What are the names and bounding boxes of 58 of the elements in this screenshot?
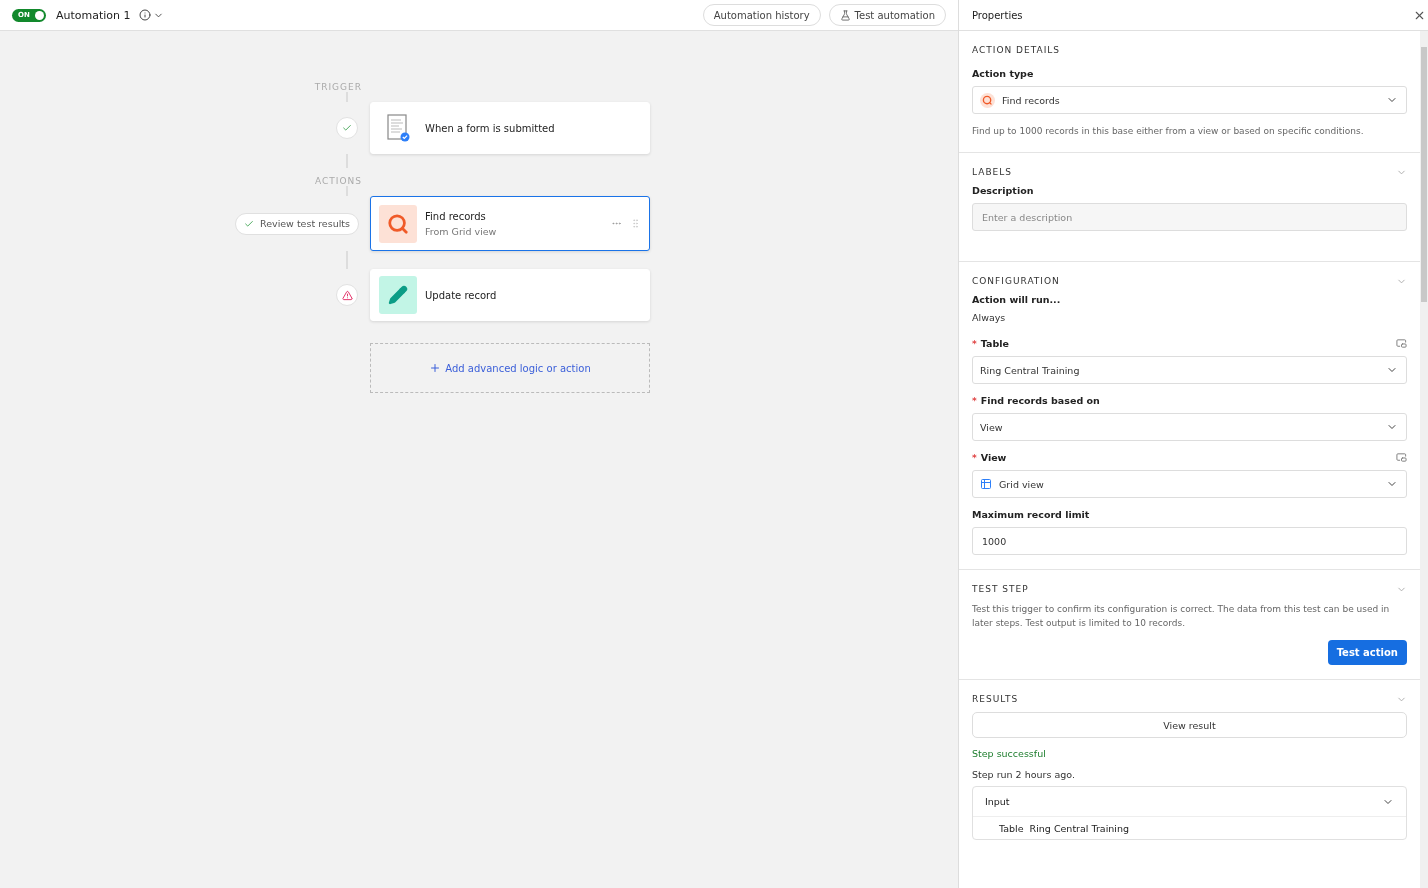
- field-label: Maximum record limit: [972, 509, 1090, 520]
- dropdown-select[interactable]: Ring Central Training: [972, 356, 1407, 384]
- section-heading: CONFIGURATION: [972, 276, 1060, 286]
- scrollbar[interactable]: [1420, 31, 1428, 888]
- section-heading: RESULTS: [972, 694, 1019, 704]
- input-value: Ring Central Training: [1029, 822, 1129, 834]
- automation-title[interactable]: Automation 1: [56, 8, 131, 22]
- expand-icon[interactable]: [1396, 338, 1407, 349]
- field-label: * Table: [972, 338, 1009, 349]
- step-run-time: Step run 2 hours ago.: [972, 769, 1076, 780]
- step-card[interactable]: Update record: [370, 269, 650, 321]
- form-document-icon: [386, 114, 410, 142]
- section-heading: ACTION DETAILS: [972, 45, 1061, 55]
- test-automation-button[interactable]: Test automation: [828, 4, 946, 26]
- record-limit-field[interactable]: 1000: [972, 527, 1407, 555]
- view-result-button[interactable]: View result: [972, 712, 1407, 738]
- run-condition: Always: [972, 312, 1007, 323]
- search-icon: [980, 92, 995, 108]
- input-title: Input: [985, 796, 1010, 807]
- pencil-icon: [388, 285, 408, 305]
- section-heading: LABELS: [972, 167, 1012, 177]
- field-label: Description: [972, 185, 1034, 196]
- action-type-select[interactable]: Find records: [972, 86, 1407, 114]
- check-icon: [244, 218, 254, 229]
- field-label: * View: [972, 452, 1007, 463]
- flask-icon: [839, 9, 851, 21]
- section-label: TRIGGER: [314, 82, 362, 92]
- warning-icon: [341, 289, 353, 301]
- test-step-description: Test this trigger to confirm its configuration is correct. The data from this test can be used in later steps. Test output is limited to 10 records.: [972, 603, 1391, 630]
- step-title: Update record: [425, 289, 498, 301]
- review-test-results-button[interactable]: Review test results: [235, 212, 359, 235]
- action-description: Find up to 1000 records in this base either from a view or based on specific conditions.: [972, 125, 1365, 138]
- step-title: When a form is submitted: [425, 122, 556, 134]
- step-card[interactable]: When a form is submitted: [370, 102, 650, 154]
- panel-title: Properties: [972, 9, 1023, 21]
- add-logic-or-action-button[interactable]: Add advanced logic or action: [370, 343, 650, 393]
- field-label: Action will run...: [972, 294, 1061, 305]
- check-icon: [342, 123, 352, 133]
- info-icon[interactable]: [138, 9, 151, 21]
- dropdown-select[interactable]: View: [972, 413, 1407, 441]
- expand-icon[interactable]: [1396, 452, 1407, 463]
- grid-icon: [980, 478, 992, 490]
- section-heading: TEST STEP: [972, 584, 1029, 594]
- drag-handle-icon[interactable]: [630, 218, 641, 229]
- dropdown-select[interactable]: Grid view: [972, 470, 1407, 498]
- step-subtitle: From Grid view: [425, 225, 498, 237]
- automation-history-button[interactable]: Automation history: [702, 4, 821, 26]
- description-field[interactable]: Enter a description: [972, 203, 1407, 231]
- plus-icon: [429, 362, 442, 374]
- input-key: Table: [999, 822, 1024, 834]
- step-card[interactable]: Find records From Grid view: [370, 196, 650, 251]
- field-label: Action type: [972, 68, 1034, 79]
- step-status: Step successful: [972, 748, 1047, 759]
- search-icon: [387, 212, 409, 235]
- field-label: * Find records based on: [972, 395, 1100, 406]
- test-action-button[interactable]: Test action: [1327, 640, 1407, 665]
- step-title: Find records: [425, 210, 487, 222]
- section-label: ACTIONS: [315, 176, 362, 186]
